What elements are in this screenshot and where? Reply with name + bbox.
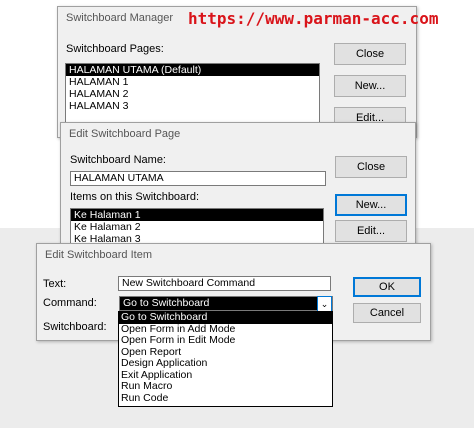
pages-label: Switchboard Pages:	[66, 43, 164, 55]
list-item[interactable]: HALAMAN 3	[66, 100, 319, 112]
list-item[interactable]: HALAMAN 2	[66, 88, 319, 100]
new-button[interactable]: New...	[334, 75, 406, 97]
list-item[interactable]: Ke Halaman 2	[71, 221, 323, 233]
dropdown-option[interactable]: Run Code	[119, 392, 332, 405]
text-field[interactable]: New Switchboard Command	[118, 276, 331, 291]
chevron-down-icon[interactable]: ⌄	[317, 296, 332, 312]
ok-button[interactable]: OK	[353, 277, 421, 297]
command-selected-value: Go to Switchboard	[123, 297, 210, 309]
text-label: Text:	[43, 278, 67, 290]
close-button[interactable]: Close	[335, 156, 407, 178]
cancel-button[interactable]: Cancel	[353, 303, 421, 323]
dialog-title: Switchboard Manager	[66, 12, 174, 24]
edit-button[interactable]: Edit...	[335, 220, 407, 242]
list-item[interactable]: Ke Halaman 1	[71, 209, 323, 221]
switchboard-label: Switchboard:	[43, 321, 107, 333]
command-dropdown-list[interactable]: Go to Switchboard Open Form in Add Mode …	[118, 311, 333, 407]
dialog-title: Edit Switchboard Page	[69, 128, 181, 140]
dropdown-option[interactable]: Open Form in Edit Mode	[119, 334, 332, 347]
list-item[interactable]: HALAMAN 1	[66, 76, 319, 88]
command-select[interactable]: Go to Switchboard ⌄	[119, 296, 333, 312]
switchboard-name-field[interactable]: HALAMAN UTAMA	[70, 171, 326, 186]
items-label: Items on this Switchboard:	[70, 191, 200, 203]
list-item[interactable]: HALAMAN UTAMA (Default)	[66, 64, 319, 76]
pages-listbox[interactable]: HALAMAN UTAMA (Default) HALAMAN 1 HALAMA…	[65, 63, 320, 131]
edit-switchboard-page-dialog: Edit Switchboard Page Switchboard Name: …	[60, 122, 416, 252]
command-label: Command:	[43, 297, 97, 309]
dropdown-option[interactable]: Design Application	[119, 357, 332, 370]
dropdown-option[interactable]: Run Macro	[119, 380, 332, 393]
dialog-title: Edit Switchboard Item	[45, 249, 152, 261]
switchboard-name-label: Switchboard Name:	[70, 154, 166, 166]
dropdown-option[interactable]: Go to Switchboard	[119, 311, 332, 324]
close-button[interactable]: Close	[334, 43, 406, 65]
new-button[interactable]: New...	[335, 194, 407, 216]
watermark-url: https://www.parman-acc.com	[188, 9, 439, 28]
